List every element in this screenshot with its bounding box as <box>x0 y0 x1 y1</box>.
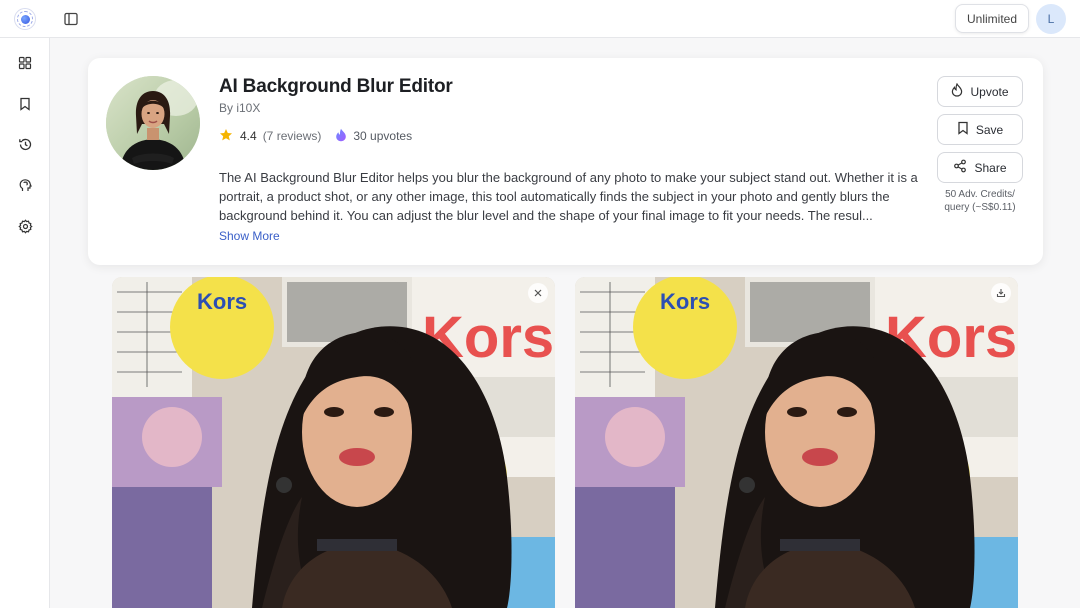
history-icon[interactable] <box>16 135 34 153</box>
upvote-button[interactable]: Upvote <box>937 76 1023 107</box>
share-icon <box>953 159 967 176</box>
close-icon[interactable] <box>528 283 548 303</box>
share-button[interactable]: Share <box>937 152 1023 183</box>
upvote-label: Upvote <box>970 84 1009 99</box>
product-card: AI Background Blur Editor By i10X 4.4 (7… <box>88 58 1043 265</box>
bookmark-icon <box>957 121 969 138</box>
share-label: Share <box>974 160 1007 175</box>
product-title: AI Background Blur Editor <box>219 76 453 97</box>
credits-info: 50 Adv. Credits/ query (~S$0.11) <box>944 189 1016 213</box>
rating-value: 4.4 <box>240 129 257 143</box>
download-icon[interactable] <box>991 283 1011 303</box>
flame-icon <box>335 128 347 145</box>
grid-icon[interactable] <box>16 54 34 72</box>
product-author[interactable]: By i10X <box>219 101 260 115</box>
top-bar: Unlimited L <box>0 0 1080 38</box>
save-label: Save <box>975 122 1004 137</box>
sidebar <box>0 38 50 608</box>
user-avatar[interactable]: L <box>1036 4 1066 34</box>
input-photo[interactable]: Kors Kors Kors <box>112 277 555 608</box>
svg-text:Kors: Kors <box>660 289 710 314</box>
bookmark-icon[interactable] <box>16 95 34 113</box>
settings-icon[interactable] <box>16 217 34 235</box>
upvotes-count: 30 upvotes <box>353 129 413 143</box>
flame-outline-icon <box>951 82 963 100</box>
sidebar-toggle-icon[interactable] <box>62 10 80 28</box>
product-description: The AI Background Blur Editor helps you … <box>219 170 918 223</box>
plan-badge-button[interactable]: Unlimited <box>955 4 1029 33</box>
brain-icon[interactable] <box>16 176 34 194</box>
star-icon <box>219 128 233 145</box>
reviews-count[interactable]: (7 reviews) <box>263 129 322 143</box>
product-avatar-image <box>106 76 200 170</box>
app-logo-icon[interactable] <box>14 8 36 30</box>
output-photo[interactable]: Kors Kors Kors <box>575 277 1018 608</box>
save-button[interactable]: Save <box>937 114 1023 145</box>
show-more-link[interactable]: Show More <box>219 229 280 243</box>
product-meta: 4.4 (7 reviews) 30 upvotes <box>219 128 412 144</box>
svg-text:Kors: Kors <box>197 289 247 314</box>
